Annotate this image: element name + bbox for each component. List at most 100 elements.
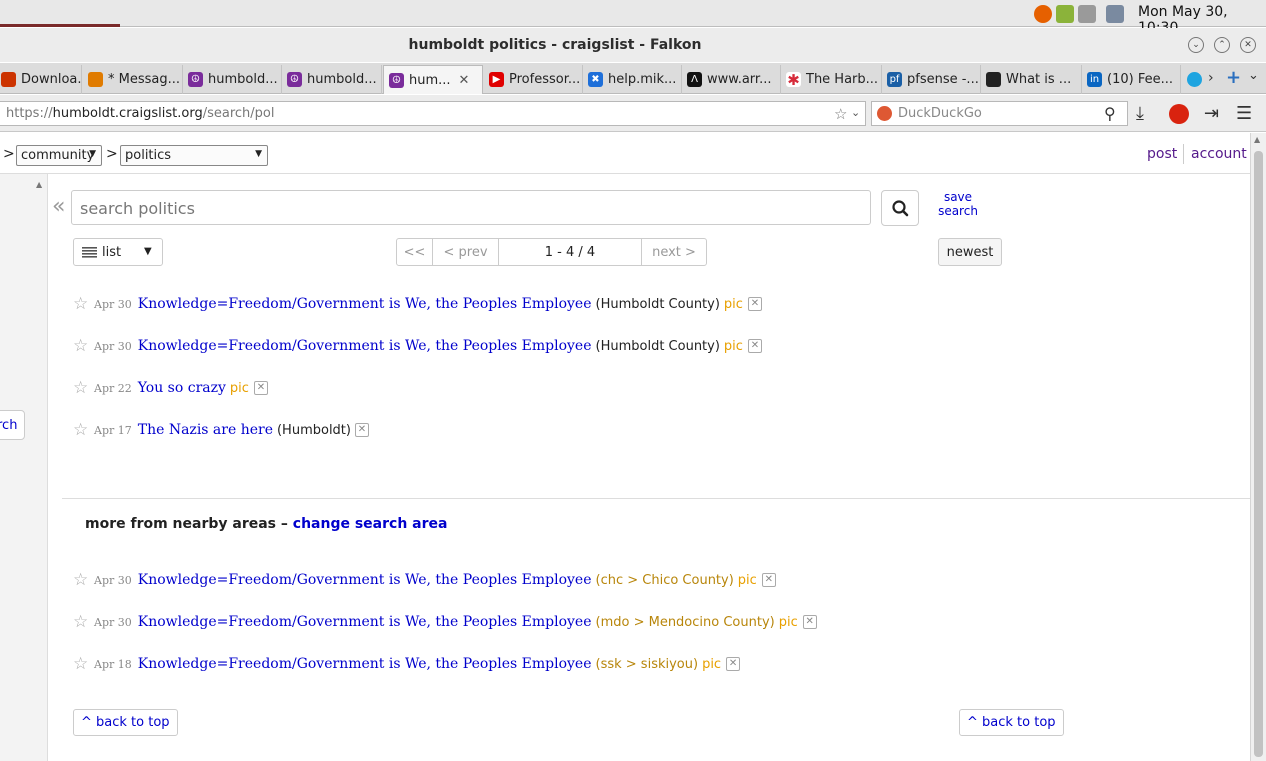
tab-help-mik[interactable]: ✖ help.mik...	[583, 65, 682, 94]
subcategory-select[interactable]: politics ▼	[120, 145, 268, 166]
web-search-box[interactable]: DuckDuckGo ⚲	[871, 101, 1128, 126]
search-placeholder: search politics	[80, 199, 195, 218]
tab-the-harb[interactable]: ✱ The Harb...	[781, 65, 882, 94]
result-title-link[interactable]: Knowledge=Freedom/Government is We, the …	[138, 338, 592, 354]
tab-overflow[interactable]	[1182, 65, 1206, 94]
favorite-star-icon[interactable]: ☆	[73, 420, 94, 440]
tab-scroll-right-icon[interactable]: ›	[1208, 70, 1214, 86]
menu-icon[interactable]: ☰	[1236, 103, 1252, 124]
back-to-top-button-left[interactable]: ^ back to top	[73, 709, 178, 736]
panel-accent	[0, 24, 120, 27]
new-tab-icon[interactable]: +	[1226, 67, 1241, 88]
prev-page-button[interactable]: < prev	[433, 239, 499, 265]
pagination: << < prev 1 - 4 / 4 next >	[396, 238, 707, 266]
search-input[interactable]: search politics	[71, 190, 871, 225]
tab-label: humbold...	[208, 72, 278, 87]
collapse-sidebar-icon[interactable]: «	[52, 194, 65, 219]
result-pic-tag: pic	[702, 656, 722, 672]
change-search-area-link[interactable]: change search area	[293, 516, 448, 532]
hide-result-icon[interactable]: ✕	[354, 423, 369, 437]
tab-professor[interactable]: ▶ Professor...	[484, 65, 583, 94]
bookmark-star-icon[interactable]: ☆	[834, 105, 847, 123]
page-scrollbar[interactable]: ▲	[1250, 133, 1266, 761]
duckduckgo-icon[interactable]	[877, 106, 892, 121]
account-link[interactable]: account	[1191, 146, 1247, 162]
save-search-line2: search	[938, 204, 978, 218]
next-page-button[interactable]: next >	[642, 239, 706, 265]
craigslist-icon	[1, 72, 16, 87]
tab-messages[interactable]: * Messag...	[83, 65, 183, 94]
tab-label: The Harb...	[806, 72, 879, 87]
post-link[interactable]: post	[1147, 146, 1177, 162]
hide-result-icon[interactable]: ✕	[726, 657, 741, 671]
window-title-bar: humboldt politics - craigslist - Falkon …	[0, 28, 1266, 62]
tab-downloads[interactable]: Downloa...	[0, 65, 82, 94]
firefox-tray-icon[interactable]	[1034, 5, 1052, 23]
youtube-icon: ▶	[489, 72, 504, 87]
history-dropdown-icon[interactable]: ⌄	[851, 106, 860, 119]
address-bar[interactable]: https://humboldt.craigslist.org/search/p…	[0, 101, 866, 126]
scroll-up-arrow-icon[interactable]: ▲	[36, 180, 42, 189]
result-date: Apr 30	[94, 615, 132, 629]
favorite-star-icon[interactable]: ☆	[73, 654, 94, 674]
search-icon[interactable]: ⚲	[1104, 104, 1116, 123]
tab-www-arr[interactable]: Λwww.arr...	[682, 65, 781, 94]
peace-icon: ☮	[188, 72, 203, 87]
first-page-button[interactable]: <<	[397, 239, 433, 265]
category-select[interactable]: community ▼	[16, 145, 102, 166]
volume-tray-icon[interactable]	[1078, 5, 1096, 23]
tab-linkedin[interactable]: in (10) Fee...	[1082, 65, 1181, 94]
sidebar-toggle-icon[interactable]: ⇥	[1204, 103, 1219, 124]
tab-list-icon[interactable]: ⌄	[1248, 68, 1259, 83]
result-title-link[interactable]: Knowledge=Freedom/Government is We, the …	[138, 614, 592, 630]
pfsense-icon: pf	[887, 72, 902, 87]
search-submit-button[interactable]	[881, 190, 919, 226]
breadcrumb-separator: >	[106, 146, 118, 162]
result-date: Apr 30	[94, 339, 132, 353]
rss-tray-icon[interactable]	[1056, 5, 1074, 23]
url-text[interactable]: https://humboldt.craigslist.org/search/p…	[6, 106, 274, 121]
scroll-up-arrow-icon[interactable]: ▲	[1254, 135, 1260, 144]
favorite-star-icon[interactable]: ☆	[73, 570, 94, 590]
hide-result-icon[interactable]: ✕	[747, 297, 762, 311]
adblock-icon[interactable]	[1169, 104, 1189, 124]
result-title-link[interactable]: Knowledge=Freedom/Government is We, the …	[138, 572, 592, 588]
sort-newest-button[interactable]: newest	[938, 238, 1002, 266]
tab-humboldt-active[interactable]: ☮ hum... ✕	[383, 65, 483, 94]
favorite-star-icon[interactable]: ☆	[73, 294, 94, 314]
scrollbar-thumb[interactable]	[1254, 151, 1263, 757]
save-search-link[interactable]: save search	[935, 190, 981, 218]
minimize-icon[interactable]: ⌄	[1188, 37, 1204, 53]
view-mode-select[interactable]: list ▼	[73, 238, 163, 266]
craigslist-header: > community ▼ > politics ▼ post account	[0, 133, 1250, 174]
page-range: 1 - 4 / 4	[499, 239, 642, 265]
hide-result-icon[interactable]: ✕	[747, 339, 762, 353]
favorite-star-icon[interactable]: ☆	[73, 336, 94, 356]
tab-humboldt-2[interactable]: ☮ humbold...	[282, 65, 382, 94]
url-scheme: https://	[6, 106, 53, 121]
header-divider	[1183, 144, 1184, 164]
result-title-link[interactable]: Knowledge=Freedom/Government is We, the …	[138, 656, 592, 672]
tab-what-is[interactable]: What is ...	[981, 65, 1082, 94]
url-host: humboldt.craigslist.org	[52, 106, 203, 121]
result-title-link[interactable]: You so crazy	[138, 380, 226, 396]
hide-result-icon[interactable]: ✕	[802, 615, 817, 629]
result-title-link[interactable]: The Nazis are here	[138, 422, 273, 438]
system-top-bar: Mon May 30, 10:30	[0, 0, 1266, 36]
hide-result-icon[interactable]: ✕	[253, 381, 268, 395]
network-tray-icon[interactable]	[1106, 5, 1124, 23]
back-to-top-button-right[interactable]: ^ back to top	[959, 709, 1064, 736]
hide-result-icon[interactable]: ✕	[761, 573, 776, 587]
close-window-icon[interactable]: ✕	[1240, 37, 1256, 53]
dropdown-arrow-icon: ▼	[144, 246, 152, 257]
result-title-link[interactable]: Knowledge=Freedom/Government is We, the …	[138, 296, 592, 312]
favorite-star-icon[interactable]: ☆	[73, 378, 94, 398]
downloads-icon[interactable]: ⤓	[1136, 103, 1144, 124]
close-tab-icon[interactable]: ✕	[459, 73, 470, 88]
tab-pfsense[interactable]: pf pfsense -...	[882, 65, 981, 94]
maximize-icon[interactable]: ⌃	[1214, 37, 1230, 53]
result-pic-tag: pic	[737, 572, 757, 588]
tab-humboldt-1[interactable]: ☮ humbold...	[183, 65, 282, 94]
sidebar-search-button[interactable]: rch	[0, 410, 25, 440]
favorite-star-icon[interactable]: ☆	[73, 612, 94, 632]
